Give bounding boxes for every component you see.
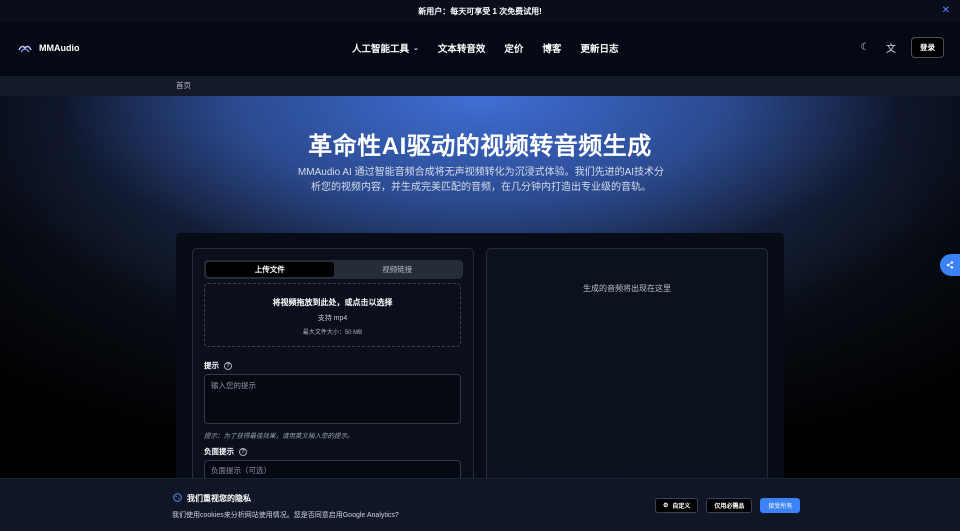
negative-label-text: 负面提示 [204, 447, 234, 456]
hero-section: 革命性AI驱动的视频转音频生成 MMAudio AI 通过智能音频合成将无声视频… [0, 96, 960, 531]
cookie-title: 我们重视您的隐私 [173, 493, 251, 504]
cookie-title-text: 我们重视您的隐私 [187, 494, 251, 503]
dropzone-support: 支持 mp4 [317, 315, 348, 322]
cookie-actions: ⚙ 自定义 仅用必需品 接受所有 [655, 498, 801, 513]
announcement-text: 新用户：每天可享受 1 次免费试用! [418, 6, 542, 16]
prompt-input[interactable] [204, 374, 461, 424]
breadcrumb: 首页 [0, 76, 960, 96]
dropzone-title: 将视频拖放到此处，或点击以选择 [272, 298, 393, 307]
help-icon[interactable]: ? [224, 361, 232, 370]
moon-icon[interactable]: ☾ [859, 42, 871, 53]
necessary-only-button[interactable]: 仅用必需品 [706, 498, 753, 513]
menu-label: 人工智能工具 [352, 44, 410, 55]
accept-all-button[interactable]: 接受所有 [760, 498, 801, 513]
customize-label: 自定义 [672, 504, 691, 510]
menu-label: 博客 [542, 44, 562, 55]
menu-label: 文本转音效 [437, 44, 486, 55]
negative-prompt-label: 负面提示 ? [204, 446, 247, 457]
share-icon[interactable] [940, 254, 960, 276]
announcement-bar: 新用户：每天可享受 1 次免费试用! ✕ [0, 0, 960, 22]
top-nav: MMAudio 人工智能工具 ⌄ 文本转音效 定价 博客 更新日志 ☾ 文 登录 [0, 22, 960, 76]
gear-icon: ⚙ [663, 503, 669, 509]
prompt-hint: 提示：为了获得最佳效果，请用英文输入您的提示。 [204, 433, 354, 440]
cookie-icon [173, 493, 182, 504]
brand-logo[interactable]: MMAudio [18, 42, 80, 54]
menu-label: 更新日志 [580, 44, 619, 55]
hero-subtitle: MMAudio AI 通过智能音频合成将无声视频转化为沉浸式体验。我们先进的AI… [297, 167, 665, 193]
tab-upload-file[interactable]: 上传文件 [206, 262, 334, 277]
source-tabs: 上传文件 视频链接 [204, 260, 463, 279]
menu-blog[interactable]: 博客 [542, 41, 561, 55]
prompt-label-text: 提示 [204, 361, 219, 370]
menu-pricing[interactable]: 定价 [504, 41, 523, 55]
cookie-description: 我们使用cookies来分析网站使用情况。您是否同意启用Google Analy… [172, 512, 399, 519]
help-icon[interactable]: ? [239, 447, 247, 456]
tab-video-link[interactable]: 视频链接 [334, 262, 462, 277]
breadcrumb-home[interactable]: 首页 [176, 81, 191, 90]
chevron-down-icon: ⌄ [413, 45, 419, 52]
language-icon[interactable]: 文 [885, 40, 897, 55]
customize-button[interactable]: ⚙ 自定义 [655, 498, 699, 513]
menu-text-to-sfx[interactable]: 文本转音效 [438, 41, 486, 55]
login-button[interactable]: 登录 [911, 37, 944, 58]
cookie-banner: 我们重视您的隐私 我们使用cookies来分析网站使用情况。您是否同意启用Goo… [0, 478, 960, 531]
logo-icon [18, 45, 32, 53]
menu-label: 定价 [504, 44, 524, 55]
dropzone-max-size: 最大文件大小：50 MB [302, 330, 363, 336]
menu-changelog[interactable]: 更新日志 [580, 41, 618, 55]
prompt-label: 提示 ? [204, 360, 232, 371]
brand-name: MMAudio [39, 43, 80, 53]
nav-actions: ☾ 文 登录 [859, 37, 944, 58]
video-dropzone[interactable]: 将视频拖放到此处，或点击以选择 支持 mp4 最大文件大小：50 MB [204, 283, 461, 347]
main-menu: 人工智能工具 ⌄ 文本转音效 定价 博客 更新日志 [352, 41, 618, 55]
menu-ai-tools[interactable]: 人工智能工具 ⌄ [352, 41, 419, 55]
close-icon[interactable]: ✕ [942, 5, 950, 16]
negative-prompt-input[interactable] [204, 460, 461, 480]
output-placeholder: 生成的音频将出现在这里 [583, 284, 671, 293]
page-title: 革命性AI驱动的视频转音频生成 [308, 133, 652, 160]
